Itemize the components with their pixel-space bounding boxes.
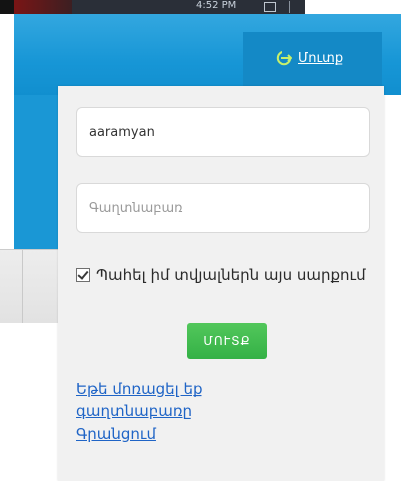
login-link-label: Մուտք [298, 50, 344, 66]
login-submit-button[interactable]: ՄՈՒՏՔ [187, 323, 267, 359]
help-links: Եթե մոռացել եք գաղտնաբառը Գրանցում [76, 378, 316, 445]
password-input[interactable] [76, 183, 370, 233]
login-panel: Պահել իմ տվյալներն այս սարքում ՄՈՒՏՔ Եթե… [58, 86, 384, 481]
header-lower-blue [14, 95, 58, 249]
remember-me: Պահել իմ տվյալներն այս սարքում [76, 262, 376, 288]
register-link[interactable]: Գրանցում [76, 423, 316, 445]
login-link[interactable]: Մուտք [276, 50, 343, 66]
login-arrow-icon [276, 50, 292, 66]
taskbar-divider [289, 1, 290, 13]
forgot-password-link[interactable]: Եթե մոռացել եք գաղտնաբառը [76, 378, 316, 422]
window-icon[interactable] [264, 2, 276, 12]
taskbar-strip: 4:52 PM [0, 0, 305, 14]
remember-label: Պահել իմ տվյալներն այս սարքում [96, 266, 366, 284]
taskbar-clock: 4:52 PM [196, 0, 237, 11]
username-input[interactable] [76, 107, 370, 157]
taskbar-app-thumbnail[interactable] [14, 0, 72, 14]
remember-checkbox[interactable] [76, 268, 90, 282]
nav-band [0, 249, 58, 323]
taskbar-dark-block [0, 0, 14, 14]
